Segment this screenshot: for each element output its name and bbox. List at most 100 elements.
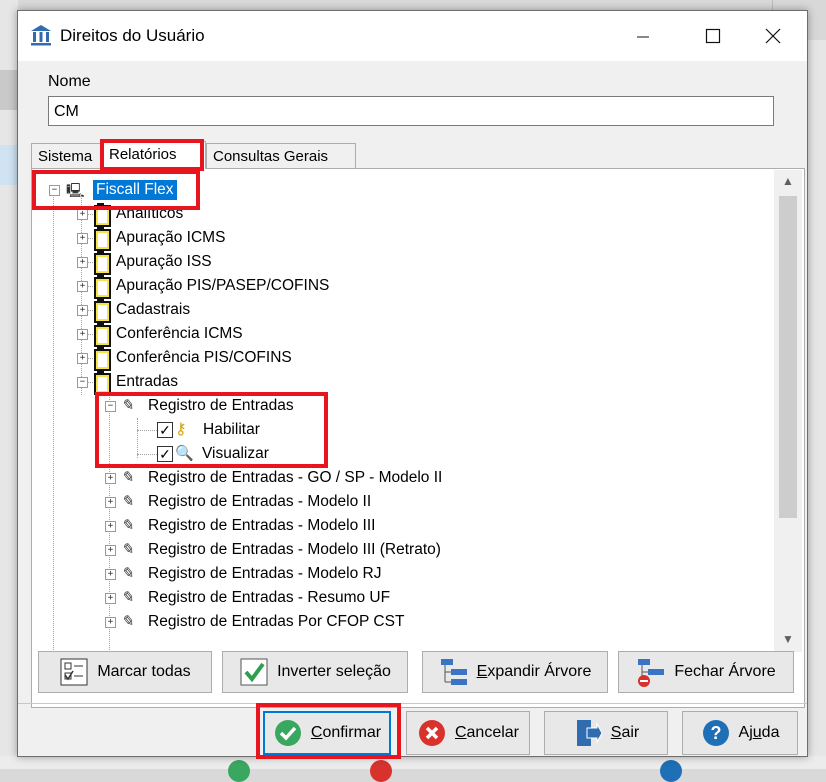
tree-item-conferencia-pis[interactable]: + Conferência PIS/COFINS	[77, 346, 292, 371]
report-icon: ✎	[120, 493, 137, 510]
tree-root-label: Fiscall Flex	[93, 180, 177, 200]
magnifier-icon: 🔍	[175, 445, 194, 462]
cancel-circle-icon	[418, 720, 445, 746]
tree-item-conferencia-icms[interactable]: + Conferência ICMS	[77, 322, 243, 347]
tree-item-label: Entradas	[116, 373, 179, 390]
tree-item-apuracao-iss[interactable]: + Apuração ISS	[77, 250, 212, 275]
tree-item-analiticos[interactable]: + Analíticos	[77, 202, 184, 227]
expand-icon[interactable]: +	[105, 544, 116, 556]
tree-item-registro-go-sp[interactable]: + ✎ Registro de Entradas - GO / SP - Mod…	[105, 466, 442, 490]
tab-consultas-gerais[interactable]: Consultas Gerais	[206, 143, 356, 169]
minimize-icon	[637, 36, 649, 38]
expand-icon[interactable]: +	[77, 256, 88, 268]
report-icon: ✎	[120, 397, 137, 414]
close-button[interactable]	[738, 11, 808, 61]
clipboard-icon	[94, 251, 111, 275]
clipboard-icon	[94, 347, 111, 371]
report-icon: ✎	[120, 541, 137, 558]
tree-item-label: Conferência PIS/COFINS	[116, 349, 292, 366]
tree-item-label: Registro de Entradas - Modelo III (Retra…	[148, 541, 441, 558]
relatorios-panel: − 🖳 Fiscall Flex + Analíticos + Apuração…	[31, 168, 805, 708]
expandir-arvore-label: Expandir Árvore	[476, 663, 592, 680]
permission-habilitar[interactable]: ✓ ⚷ Habilitar	[157, 418, 260, 442]
tree-item-registro-modelo-iii[interactable]: + ✎ Registro de Entradas - Modelo III	[105, 514, 375, 538]
tree-item-label: Registro de Entradas - Modelo III	[148, 517, 376, 534]
tree-item-apuracao-icms[interactable]: + Apuração ICMS	[77, 226, 225, 251]
tab-sistema[interactable]: Sistema	[31, 143, 102, 169]
expand-icon[interactable]: +	[105, 472, 116, 484]
expand-icon[interactable]: +	[105, 520, 116, 532]
tree-root[interactable]: − 🖳 Fiscall Flex	[49, 178, 177, 202]
window-title: Direitos do Usuário	[60, 26, 205, 45]
tree-item-registro-modelo-iii-retrato[interactable]: + ✎ Registro de Entradas - Modelo III (R…	[105, 538, 441, 562]
tree-item-registro-modelo-rj[interactable]: + ✎ Registro de Entradas - Modelo RJ	[105, 562, 381, 586]
expand-icon[interactable]: +	[77, 280, 88, 292]
tree-item-entradas[interactable]: − Entradas	[77, 370, 179, 395]
cancelar-label: Cancelar	[454, 724, 520, 741]
tree-expand-icon	[440, 659, 467, 685]
checkbox-checked-icon	[240, 658, 268, 686]
clipboard-icon	[94, 323, 111, 347]
tab-relatorios[interactable]: Relatórios	[102, 141, 206, 169]
expand-icon[interactable]: +	[77, 352, 88, 364]
ajuda-button[interactable]: ? Ajuda	[682, 711, 798, 755]
expand-icon[interactable]: +	[105, 592, 116, 604]
checklist-icon	[60, 658, 88, 686]
tree-scrollbar[interactable]: ▲ ▼	[774, 170, 802, 652]
report-icon: ✎	[120, 589, 137, 606]
clipboard-icon	[94, 371, 111, 395]
visualizar-checkbox[interactable]: ✓	[157, 446, 173, 462]
permission-visualizar[interactable]: ✓ 🔍 Visualizar	[157, 442, 269, 466]
background-window-bottom	[0, 756, 826, 782]
tree-item-registro-modelo-ii[interactable]: + ✎ Registro de Entradas - Modelo II	[105, 490, 371, 514]
tree-item-label: Registro de Entradas - Modelo II	[148, 493, 372, 510]
tree-item-label: Registro de Entradas	[148, 397, 294, 414]
confirmar-button[interactable]: Confirmar	[263, 711, 391, 755]
close-icon	[765, 28, 781, 44]
exit-door-icon	[576, 720, 603, 746]
clipboard-icon	[94, 203, 111, 227]
expand-icon[interactable]: +	[77, 232, 88, 244]
user-rights-dialog: Direitos do Usuário Nome CM Sistema Rela…	[17, 10, 808, 759]
collapse-icon[interactable]: −	[105, 400, 116, 412]
check-circle-icon	[274, 720, 301, 746]
expand-icon[interactable]: +	[77, 328, 88, 340]
ajuda-label: Ajuda	[738, 724, 780, 741]
marcar-todas-button[interactable]: Marcar todas	[38, 651, 212, 693]
background-window-left	[0, 0, 18, 769]
collapse-icon[interactable]: −	[77, 376, 88, 388]
tree-item-label: Apuração PIS/PASEP/COFINS	[116, 277, 330, 294]
tree-item-cadastrais[interactable]: + Cadastrais	[77, 298, 190, 323]
report-icon: ✎	[120, 565, 137, 582]
tree-item-registro-cfop-cst[interactable]: + ✎ Registro de Entradas Por CFOP CST	[105, 610, 404, 634]
expand-icon[interactable]: +	[105, 496, 116, 508]
report-icon: ✎	[120, 613, 137, 630]
scroll-thumb[interactable]	[779, 196, 797, 518]
scroll-up-icon[interactable]: ▲	[774, 170, 802, 192]
tree-item-label: Analíticos	[116, 205, 184, 222]
fechar-arvore-button[interactable]: Fechar Árvore	[618, 651, 794, 693]
sair-label: Sair	[610, 724, 640, 741]
tree-item-label: Registro de Entradas - Resumo UF	[148, 589, 391, 606]
minimize-button[interactable]	[608, 11, 678, 61]
expand-icon[interactable]: +	[77, 208, 88, 220]
tree-item-registro-resumo-uf[interactable]: + ✎ Registro de Entradas - Resumo UF	[105, 586, 390, 610]
help-icon: ?	[702, 720, 729, 746]
expand-icon[interactable]: +	[105, 616, 116, 628]
expand-icon[interactable]: +	[105, 568, 116, 580]
expandir-arvore-button[interactable]: Expandir Árvore	[422, 651, 608, 693]
inverter-selecao-button[interactable]: Inverter seleção	[222, 651, 408, 693]
cancelar-button[interactable]: Cancelar	[406, 711, 530, 755]
inverter-selecao-label: Inverter seleção	[277, 663, 391, 680]
sair-button[interactable]: Sair	[544, 711, 668, 755]
fechar-arvore-label: Fechar Árvore	[674, 663, 776, 680]
svg-text:?: ?	[710, 723, 721, 743]
clipboard-icon	[94, 227, 111, 251]
habilitar-checkbox[interactable]: ✓	[157, 422, 173, 438]
collapse-icon[interactable]: −	[49, 184, 60, 196]
scroll-down-icon[interactable]: ▼	[774, 628, 802, 650]
nome-input[interactable]: CM	[48, 96, 774, 126]
tree-item-apuracao-pis[interactable]: + Apuração PIS/PASEP/COFINS	[77, 274, 330, 299]
expand-icon[interactable]: +	[77, 304, 88, 316]
tree-item-registro-entradas[interactable]: − ✎ Registro de Entradas	[105, 394, 294, 418]
